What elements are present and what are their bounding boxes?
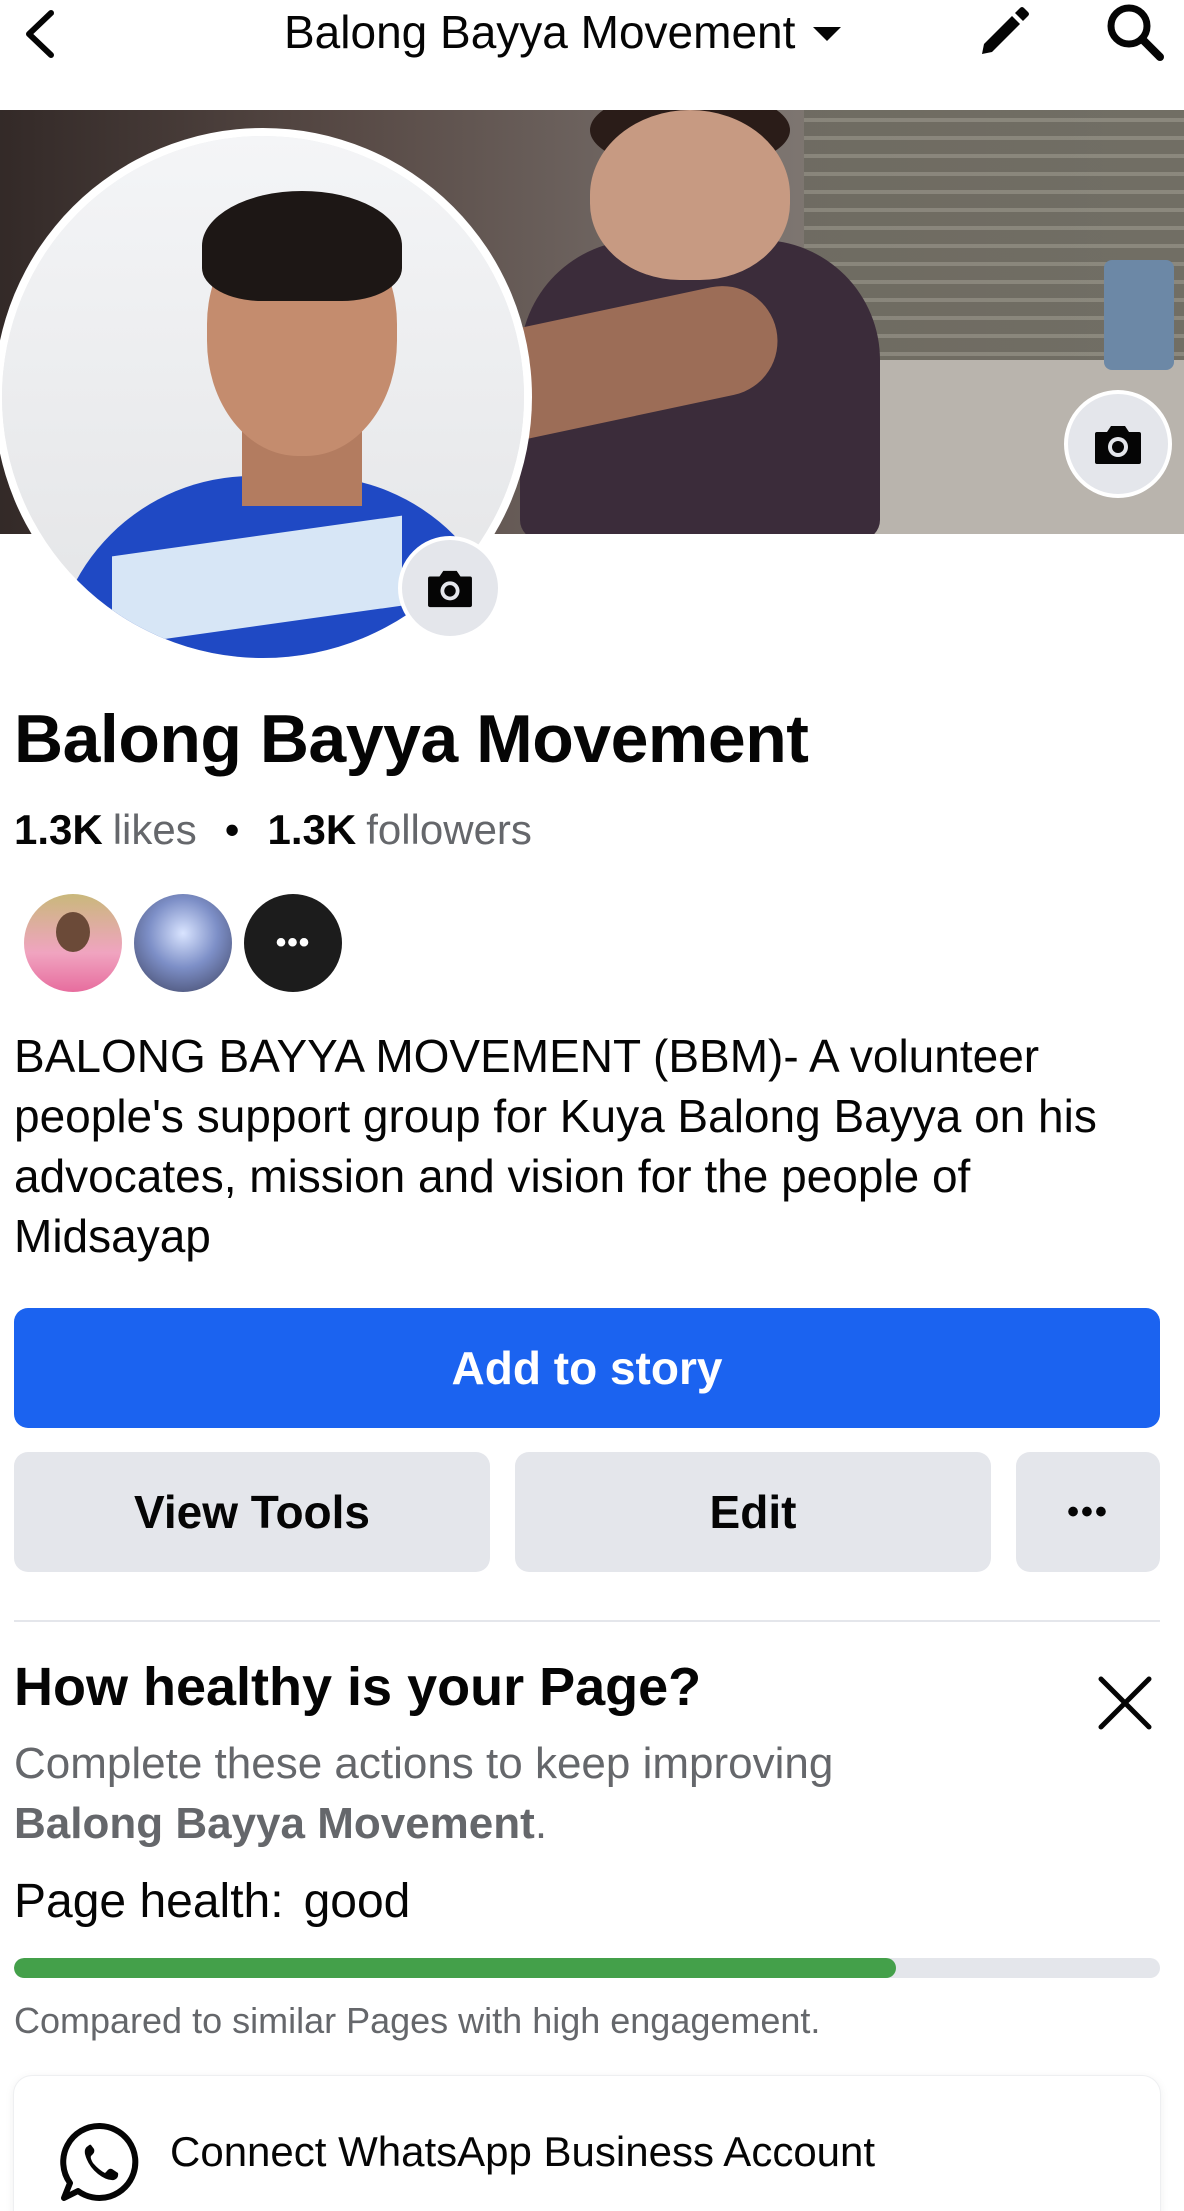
health-compare-note: Compared to similar Pages with high enga…	[14, 2000, 821, 2041]
health-progress-fill	[14, 1958, 897, 1978]
connect-whatsapp-card[interactable]: Connect WhatsApp Business Account	[14, 2076, 1160, 2211]
friend-avatar[interactable]	[24, 894, 122, 992]
caret-down-icon	[813, 27, 842, 41]
profile-camera-button[interactable]	[398, 536, 502, 640]
edit-page-button[interactable]	[972, 0, 1036, 64]
likes-count: 1.3K	[14, 806, 103, 853]
page-title: Balong Bayya Movement	[14, 701, 809, 777]
followers-count: 1.3K	[267, 806, 357, 853]
cover-camera-button[interactable]	[1064, 390, 1172, 498]
health-title: How healthy is your Page?	[14, 1657, 702, 1717]
likes-label[interactable]: likes	[113, 806, 197, 854]
health-description: Complete these actions to keep improving…	[14, 1734, 1014, 1854]
search-button[interactable]	[1100, 0, 1170, 64]
more-friends-button[interactable]: •••	[244, 894, 342, 992]
followers-label[interactable]: followers	[366, 806, 532, 854]
camera-icon	[428, 570, 472, 608]
whatsapp-icon	[60, 2122, 139, 2201]
connect-whatsapp-label: Connect WhatsApp Business Account	[170, 2128, 876, 2175]
health-progress-bar	[14, 1958, 1160, 1978]
pencil-icon	[982, 7, 1029, 54]
page-stats: 1.3K likes • 1.3K followers	[14, 806, 532, 854]
page-health-status: Page health: good	[14, 1874, 410, 1929]
add-to-story-button[interactable]: Add to story	[14, 1308, 1160, 1428]
friends-who-like[interactable]: •••	[24, 894, 342, 992]
health-desc-page-name: Balong Bayya Movement	[14, 1799, 535, 1848]
close-icon	[1098, 1676, 1152, 1730]
health-status-value: good	[303, 1875, 411, 1928]
health-status-label: Page health:	[14, 1875, 284, 1928]
more-options-button[interactable]: •••	[1016, 1452, 1160, 1572]
top-bar: Balong Bayya Movement	[0, 0, 1184, 110]
search-icon	[1107, 4, 1164, 61]
close-health-button[interactable]	[1094, 1672, 1156, 1734]
page-switcher[interactable]: Balong Bayya Movement	[284, 2, 842, 62]
section-divider	[14, 1620, 1160, 1622]
page-bio: BALONG BAYYA MOVEMENT (BBM)- A volunteer…	[14, 1030, 1097, 1262]
friend-avatar[interactable]	[134, 894, 232, 992]
header-title: Balong Bayya Movement	[284, 6, 796, 58]
health-desc-text: Complete these actions to keep improving	[14, 1739, 834, 1788]
edit-button[interactable]: Edit	[515, 1452, 991, 1572]
view-tools-button[interactable]: View Tools	[14, 1452, 490, 1572]
camera-icon	[1095, 426, 1141, 464]
back-button[interactable]	[14, 6, 64, 62]
chevron-left-icon	[26, 10, 54, 58]
health-desc-suffix: .	[534, 1799, 548, 1848]
stats-separator: •	[224, 806, 240, 853]
